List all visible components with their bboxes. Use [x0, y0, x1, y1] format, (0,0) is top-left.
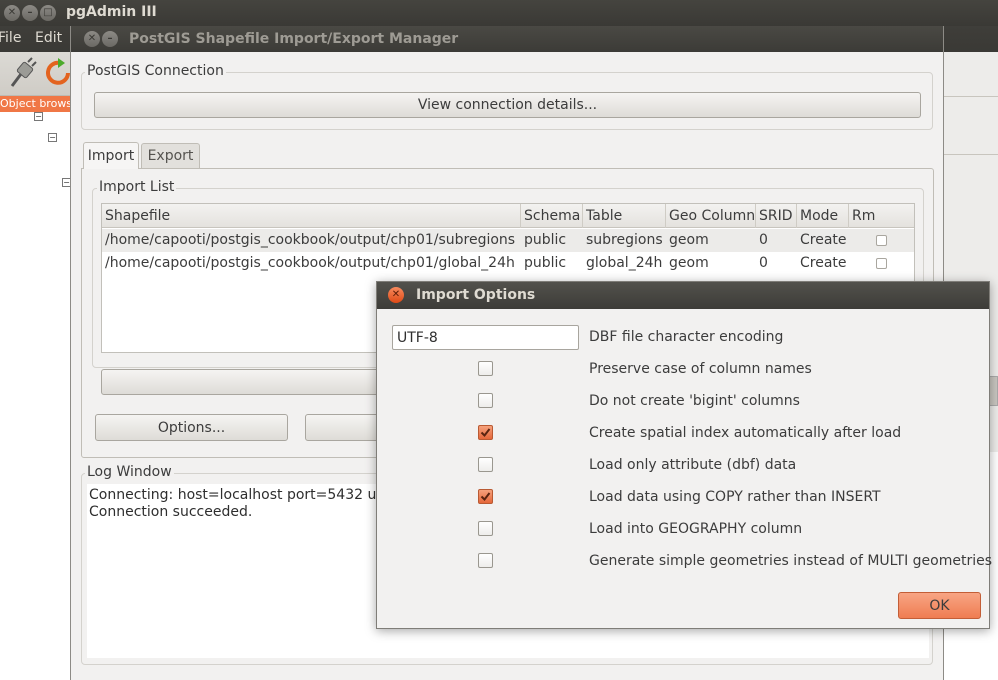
add-file-button[interactable]	[101, 369, 391, 395]
no-bigint-checkbox[interactable]	[478, 393, 493, 408]
cell-table: subregions	[586, 232, 663, 248]
option-label: Do not create 'bigint' columns	[589, 393, 800, 409]
dialog-titlebar: ✕ Import Options	[377, 282, 989, 309]
cell-table: global_24h	[586, 255, 663, 271]
dialog-title: Import Options	[416, 287, 536, 303]
checkmark-icon	[480, 428, 491, 438]
cell-mode: Create	[800, 255, 847, 271]
cell-geo-column: geom	[669, 255, 709, 271]
simple-geometries-checkbox[interactable]	[478, 553, 493, 568]
column-header-shapefile[interactable]: Shapefile	[102, 204, 521, 228]
tree-expander-icon[interactable]: −	[34, 112, 43, 121]
column-header-geo-column[interactable]: Geo Column	[666, 204, 756, 228]
option-label: Generate simple geometries instead of MU…	[589, 553, 993, 569]
dbf-only-checkbox[interactable]	[478, 457, 493, 472]
option-label: Load into GEOGRAPHY column	[589, 521, 803, 537]
geography-checkbox[interactable]	[478, 521, 493, 536]
view-connection-details-button[interactable]: View connection details...	[94, 92, 921, 118]
options-button[interactable]: Options...	[95, 414, 288, 441]
object-browser-tab[interactable]: Object browser	[0, 96, 74, 112]
option-label: Load data using COPY rather than INSERT	[589, 489, 881, 505]
table-row[interactable]: /home/capooti/postgis_cookbook/output/ch…	[102, 229, 914, 252]
cell-mode: Create	[800, 232, 847, 248]
close-icon[interactable]: ✕	[4, 5, 20, 21]
cell-srid: 0	[759, 232, 768, 248]
import-list-title: Import List	[97, 179, 177, 195]
object-tree: − − −	[0, 112, 75, 680]
tab-export[interactable]: Export	[141, 143, 200, 168]
connect-plug-icon[interactable]	[8, 56, 38, 90]
close-icon[interactable]: ✕	[388, 287, 404, 303]
import-options-dialog: ✕ Import Options DBF file character enco…	[376, 281, 993, 629]
tree-expander-icon[interactable]: −	[48, 133, 57, 142]
column-header-srid[interactable]: SRID	[756, 204, 797, 228]
rm-checkbox[interactable]	[876, 258, 887, 269]
copy-mode-checkbox[interactable]	[478, 489, 493, 504]
pgadmin-titlebar: ✕ – □ pgAdmin III	[0, 0, 998, 26]
close-icon[interactable]: ✕	[84, 31, 100, 47]
menu-file[interactable]: File	[0, 30, 21, 46]
manager-titlebar: ✕ – PostGIS Shapefile Import/Export Mana…	[71, 26, 943, 52]
table-header: Shapefile Schema Table Geo Column SRID M…	[102, 204, 914, 228]
log-line: Connection succeeded.	[89, 504, 253, 520]
ok-button[interactable]: OK	[898, 592, 981, 619]
preserve-case-checkbox[interactable]	[478, 361, 493, 376]
pgadmin-title: pgAdmin III	[66, 4, 157, 20]
column-header-rm[interactable]: Rm	[849, 204, 914, 228]
minimize-icon[interactable]: –	[102, 31, 118, 47]
menu-edit[interactable]: Edit	[35, 30, 62, 46]
cell-schema: public	[524, 232, 567, 248]
column-header-table[interactable]: Table	[583, 204, 666, 228]
log-line: Connecting: host=localhost port=5432 use…	[89, 487, 398, 503]
log-window-title: Log Window	[85, 464, 174, 480]
encoding-label: DBF file character encoding	[589, 329, 784, 345]
checkmark-icon	[480, 492, 491, 502]
refresh-icon[interactable]	[46, 56, 72, 90]
minimize-icon[interactable]: –	[22, 5, 38, 21]
cell-shapefile: /home/capooti/postgis_cookbook/output/ch…	[105, 232, 516, 248]
tab-import[interactable]: Import	[83, 142, 139, 169]
column-header-schema[interactable]: Schema	[521, 204, 583, 228]
rm-checkbox[interactable]	[876, 235, 887, 246]
maximize-icon[interactable]: □	[40, 5, 56, 21]
cell-srid: 0	[759, 255, 768, 271]
column-header-mode[interactable]: Mode	[797, 204, 849, 228]
spatial-index-checkbox[interactable]	[478, 425, 493, 440]
option-label: Load only attribute (dbf) data	[589, 457, 797, 473]
table-row[interactable]: /home/capooti/postgis_cookbook/output/ch…	[102, 252, 914, 275]
cell-schema: public	[524, 255, 567, 271]
cell-geo-column: geom	[669, 232, 709, 248]
connection-group-title: PostGIS Connection	[85, 63, 226, 79]
cell-shapefile: /home/capooti/postgis_cookbook/output/ch…	[105, 255, 515, 271]
option-label: Create spatial index automatically after…	[589, 425, 902, 441]
encoding-input[interactable]	[392, 325, 579, 350]
import-button[interactable]	[305, 414, 385, 441]
option-label: Preserve case of column names	[589, 361, 812, 377]
manager-title: PostGIS Shapefile Import/Export Manager	[129, 31, 459, 47]
